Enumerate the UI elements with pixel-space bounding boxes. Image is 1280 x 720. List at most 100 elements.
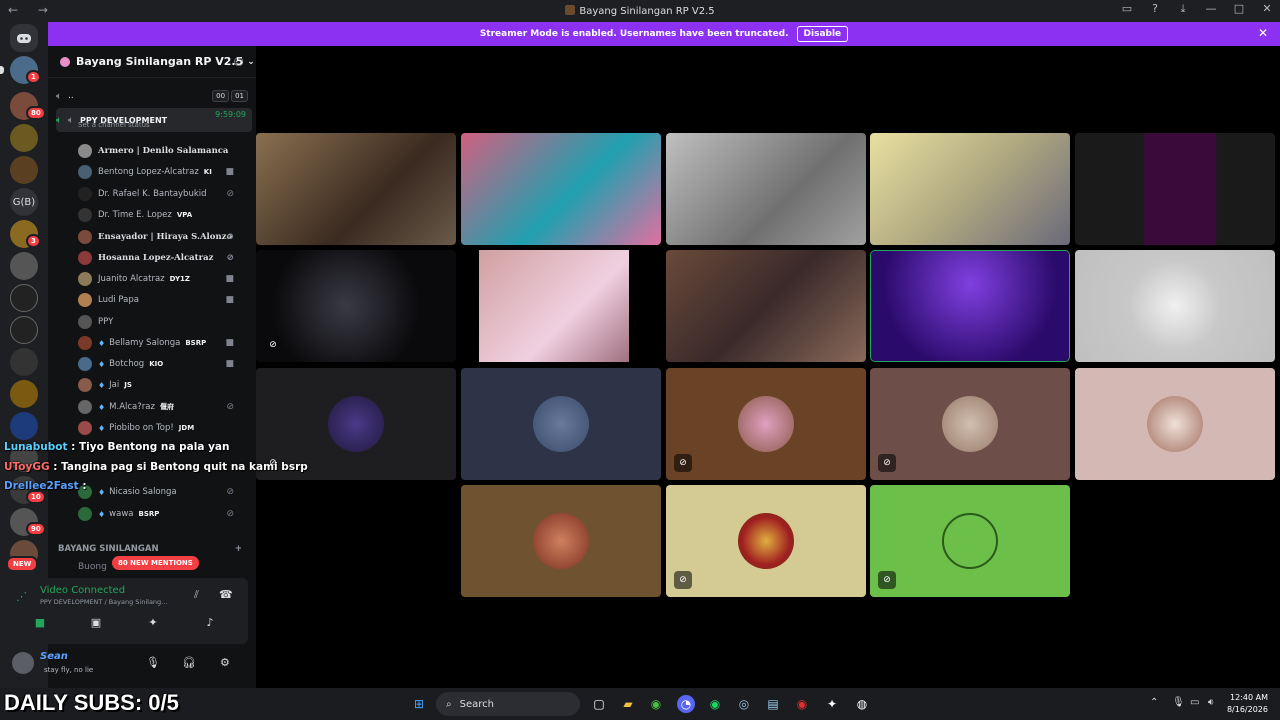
- server-icon[interactable]: G(B): [10, 188, 38, 216]
- gear-icon[interactable]: ⚙: [220, 656, 230, 669]
- add-member-icon[interactable]: ⚇: [233, 55, 244, 69]
- video-tile[interactable]: [870, 133, 1070, 245]
- channel-category[interactable]: BAYANG SINILANGAN +: [58, 544, 248, 554]
- help-icon[interactable]: ?: [1148, 2, 1162, 16]
- notepad-icon[interactable]: ▤: [764, 695, 782, 713]
- muted-icon: ⊘: [674, 454, 692, 472]
- voice-member[interactable]: Armero | Denilo Salamanca: [78, 141, 248, 161]
- voice-member[interactable]: Ensayador | Hiraya S.Alonzo ⊘: [78, 227, 248, 247]
- voice-status: Video Connected: [40, 585, 126, 596]
- voice-channel-active[interactable]: 🔈︎ 🔈︎ PPY DEVELOPMENT 9:59:09 Set a chan…: [56, 108, 252, 132]
- volume-icon[interactable]: 🔉︎: [1208, 697, 1214, 708]
- microphone-icon[interactable]: 🎙︎: [146, 656, 160, 669]
- user-panel: Sean stay fly, no lie 🎙︎ 🎧︎ ⚙: [8, 648, 248, 678]
- server-header[interactable]: Bayang Sinilangan RP V2.5 ⌄ ⚇: [48, 46, 256, 78]
- server-icon[interactable]: [10, 124, 38, 152]
- add-channel-icon[interactable]: +: [235, 544, 242, 554]
- voice-member[interactable]: ♦ M.Alca?raz 偃府 ⊘: [78, 397, 248, 417]
- server-icon[interactable]: [10, 252, 38, 280]
- video-tile[interactable]: [256, 133, 456, 245]
- app-icon[interactable]: ✦: [823, 695, 841, 713]
- video-tile[interactable]: ⊘: [666, 485, 866, 597]
- app-icon[interactable]: ◍: [853, 695, 871, 713]
- avatar[interactable]: [12, 652, 34, 674]
- mention-badge: 10: [26, 490, 46, 504]
- voice-member[interactable]: Dr. Rafael K. Bantaybukid ⊘: [78, 184, 248, 204]
- video-tile[interactable]: [461, 133, 661, 245]
- voice-member[interactable]: ♦ Botchog KIO ■: [78, 354, 248, 374]
- discord-home-icon[interactable]: [10, 24, 38, 52]
- video-tile[interactable]: [666, 133, 866, 245]
- mention-badge: 1: [26, 70, 41, 84]
- search-icon: ⌕: [446, 698, 452, 710]
- steam-icon[interactable]: ◎: [735, 695, 753, 713]
- activities-button[interactable]: ✦: [135, 616, 171, 634]
- server-icon[interactable]: [10, 380, 38, 408]
- maximize-button[interactable]: □: [1232, 2, 1246, 16]
- muted-icon: ⊘: [674, 571, 692, 589]
- voice-member[interactable]: Ludi Papa ■: [78, 290, 248, 310]
- windows-start-icon[interactable]: ⊞: [410, 695, 428, 713]
- video-tile[interactable]: [1075, 250, 1275, 362]
- camera-button[interactable]: ■: [22, 616, 58, 634]
- disable-button[interactable]: Disable: [796, 26, 849, 42]
- headphones-icon[interactable]: 🎧︎: [182, 656, 196, 669]
- voice-member[interactable]: PPY: [78, 312, 248, 332]
- microphone-icon[interactable]: 🎙︎: [1172, 697, 1185, 708]
- voice-member[interactable]: ♦ Jai JS: [78, 375, 248, 395]
- download-icon[interactable]: ⤓: [1176, 2, 1190, 16]
- voice-member[interactable]: Juanito Alcatraz DY1Z ■: [78, 269, 248, 289]
- chevron-up-icon[interactable]: ⌃: [1150, 697, 1158, 708]
- server-icon[interactable]: [10, 348, 38, 376]
- voice-channel-path[interactable]: PPY DEVELOPMENT / Bayang Sinilang...: [40, 598, 167, 606]
- server-icon[interactable]: [10, 156, 38, 184]
- network-icon[interactable]: ▭: [1190, 697, 1199, 708]
- video-tile[interactable]: [1075, 368, 1275, 480]
- video-tile[interactable]: [461, 485, 661, 597]
- disconnect-icon[interactable]: ☎: [219, 588, 233, 601]
- signal-icon[interactable]: ⋰: [16, 590, 27, 603]
- new-mentions-pill[interactable]: 80 NEW MENTIONS: [112, 556, 199, 570]
- obs-icon[interactable]: ◉: [793, 695, 811, 713]
- search-box[interactable]: ⌕ Search: [436, 692, 580, 716]
- minimize-button[interactable]: —: [1204, 2, 1218, 16]
- inbox-icon[interactable]: ▭: [1120, 2, 1134, 16]
- video-tile[interactable]: ⊘: [870, 368, 1070, 480]
- video-tile[interactable]: ⊘: [870, 485, 1070, 597]
- avatar: [78, 507, 92, 521]
- channel-name[interactable]: Buong: [78, 562, 107, 572]
- screen-share-button[interactable]: ▣: [78, 616, 114, 634]
- channel-status[interactable]: Set a channel status: [78, 121, 150, 129]
- voice-member[interactable]: Bentong Lopez-Alcatraz KI ■: [78, 162, 248, 182]
- noise-suppression-icon[interactable]: ⫽: [194, 588, 199, 602]
- task-view-icon[interactable]: ▢: [590, 695, 608, 713]
- spotify-icon[interactable]: ◉: [706, 695, 724, 713]
- server-icon[interactable]: [10, 284, 38, 312]
- close-button[interactable]: ✕: [1260, 2, 1274, 16]
- video-tile[interactable]: [461, 250, 661, 362]
- voice-member[interactable]: ♦ Bellamy Salonga BSRP ■: [78, 333, 248, 353]
- voice-member[interactable]: ♦ Nicasio Salonga ⊘: [78, 482, 248, 502]
- video-tile[interactable]: [1075, 133, 1275, 245]
- voice-member[interactable]: Hosanna Lopez-Alcatraz ⊘: [78, 248, 248, 268]
- chrome-icon[interactable]: ◉: [647, 695, 665, 713]
- mention-badge: 80: [26, 106, 46, 120]
- username[interactable]: Sean: [40, 651, 68, 662]
- voice-member[interactable]: ♦ wawa BSRP ⊘: [78, 504, 248, 524]
- video-tile[interactable]: [461, 368, 661, 480]
- video-tile[interactable]: ⊘: [256, 250, 456, 362]
- video-tile[interactable]: ⊘: [666, 368, 866, 480]
- video-tile[interactable]: [870, 250, 1070, 362]
- server-icon[interactable]: [10, 316, 38, 344]
- clock[interactable]: 12:40 AM 8/16/2026: [1227, 692, 1268, 716]
- file-explorer-icon[interactable]: ▰: [619, 695, 637, 713]
- video-tile[interactable]: [666, 250, 866, 362]
- discord-app-icon[interactable]: ◔: [677, 695, 695, 713]
- new-badge[interactable]: NEW: [6, 556, 39, 572]
- close-icon[interactable]: ✕: [1258, 26, 1268, 40]
- server-icon[interactable]: [10, 412, 38, 440]
- voice-member[interactable]: ♦ Piobibo on Top! JDM: [78, 418, 248, 438]
- voice-channel[interactable]: 🔈︎ .. 00 01: [56, 87, 252, 105]
- soundboard-button[interactable]: ♪: [192, 616, 228, 634]
- voice-member[interactable]: Dr. Time E. Lopez VPA: [78, 205, 248, 225]
